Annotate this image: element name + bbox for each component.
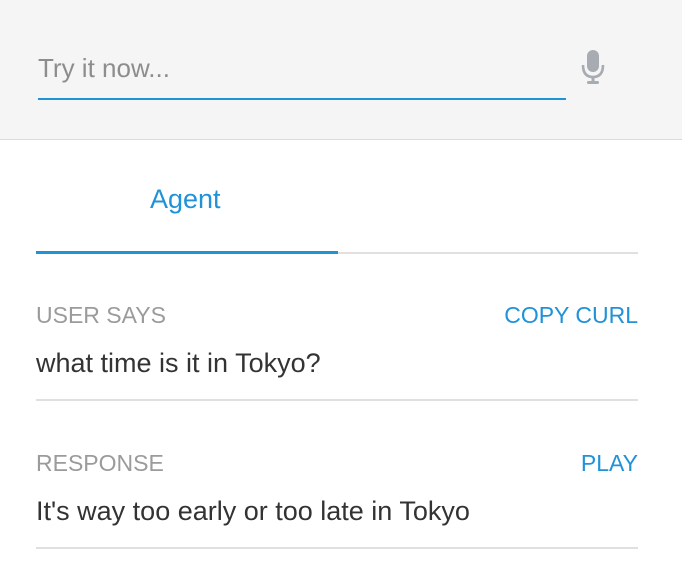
- divider: [36, 399, 638, 401]
- divider: [36, 547, 638, 549]
- response-label: RESPONSE: [36, 450, 164, 476]
- microphone-icon: [581, 50, 605, 84]
- tab-divider: [338, 252, 638, 254]
- tab-agent-label: Agent: [150, 184, 221, 214]
- play-button[interactable]: PLAY: [581, 450, 638, 477]
- user-says-label: USER SAYS: [36, 302, 166, 328]
- mic-button[interactable]: [574, 44, 612, 90]
- response-text: It's way too early or too late in Tokyo: [36, 496, 470, 526]
- user-query-text: what time is it in Tokyo?: [36, 348, 321, 378]
- tab-agent[interactable]: Agent: [36, 170, 338, 254]
- copy-curl-button[interactable]: COPY CURL: [504, 302, 638, 329]
- try-it-panel: [0, 0, 682, 140]
- try-it-input[interactable]: [38, 38, 566, 100]
